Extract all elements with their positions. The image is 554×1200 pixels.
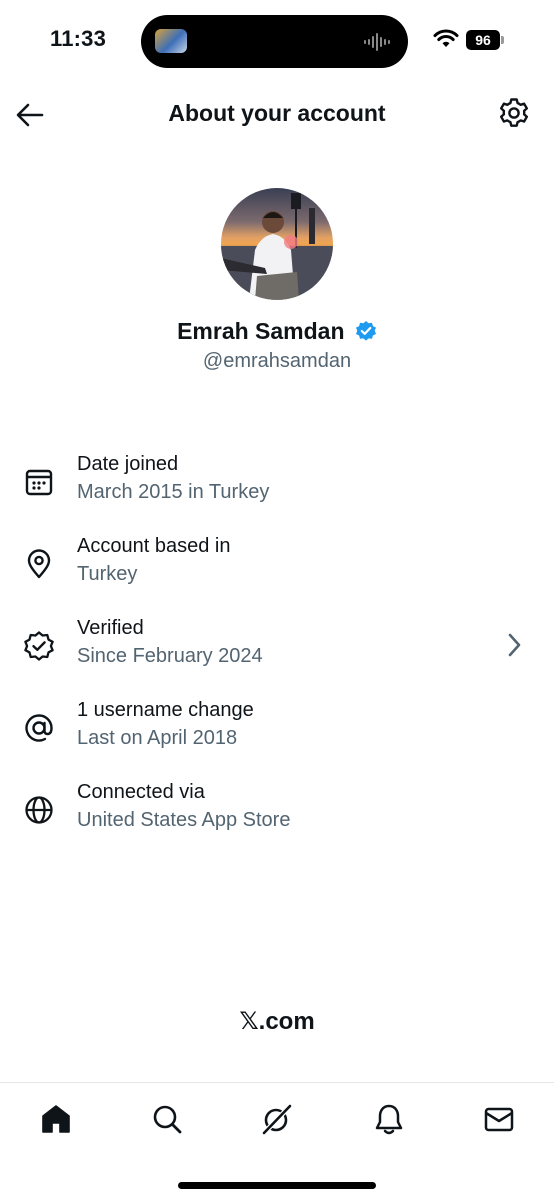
info-item-account-based-in: Account based in Turkey [0,535,554,597]
messages-icon[interactable] [481,1101,517,1137]
info-title: 1 username change [77,699,254,721]
info-subtitle: March 2015 in Turkey [77,481,270,503]
battery-icon: 96 [466,30,500,50]
info-item-connected-via: Connected via United States App Store [0,781,554,843]
profile-handle: @emrahsamdan [202,350,352,372]
grok-icon[interactable] [259,1101,295,1137]
home-icon[interactable] [38,1101,74,1137]
page-title: About your account [168,100,386,126]
profile-name: Emrah Samdan [177,318,345,344]
dynamic-island[interactable] [141,15,408,68]
audio-waveform-icon [364,33,390,51]
verified-badge-icon [24,631,54,661]
location-pin-icon [27,549,51,579]
info-item-verified[interactable]: Verified Since February 2024 [0,617,554,679]
about-account-screen: 11:33 96 About your account Emrah Samdan… [0,0,554,1200]
avatar[interactable] [221,188,333,300]
info-item-date-joined: Date joined March 2015 in Turkey [0,453,554,515]
settings-gear-icon[interactable] [497,96,531,130]
info-item-username-change: 1 username change Last on April 2018 [0,699,554,761]
home-indicator[interactable] [178,1182,376,1189]
chevron-right-icon[interactable] [504,632,524,658]
at-sign-icon [25,714,53,742]
info-subtitle: Since February 2024 [77,645,263,667]
info-subtitle: United States App Store [77,809,291,831]
x-com-link[interactable]: 𝕏.com [0,1007,554,1036]
status-time: 11:33 [50,26,107,51]
media-thumbnail-icon [155,29,187,53]
info-title: Date joined [77,453,179,475]
globe-icon [25,796,53,824]
profile-name-row: Emrah Samdan [0,318,554,345]
info-title: Connected via [77,781,205,803]
info-subtitle: Turkey [77,563,138,585]
verified-badge-icon [355,321,376,341]
calendar-icon [25,469,53,496]
search-icon[interactable] [149,1101,185,1137]
info-title: Verified [77,617,144,639]
wifi-icon [433,29,459,47]
notifications-icon[interactable] [371,1101,407,1137]
info-subtitle: Last on April 2018 [77,727,238,749]
battery-tip [501,36,504,44]
info-title: Account based in [77,535,231,557]
